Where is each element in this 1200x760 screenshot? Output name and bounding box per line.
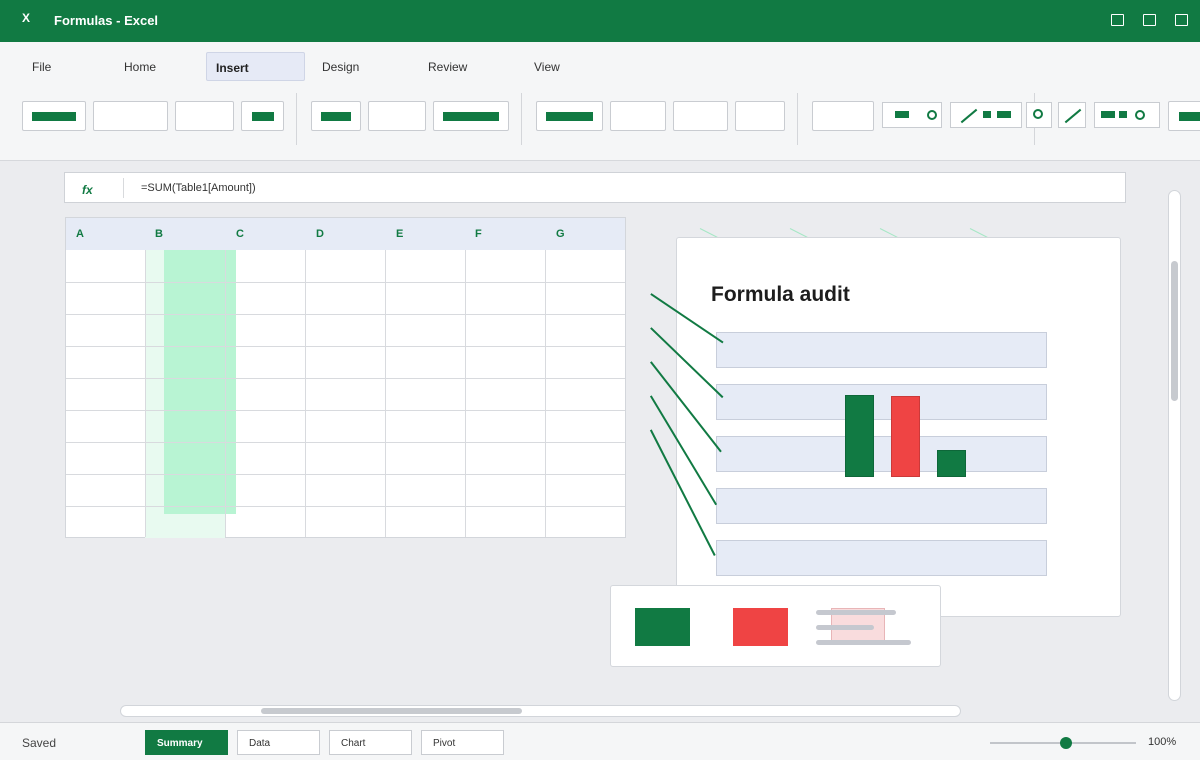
vertical-scroll-thumb[interactable] (1171, 261, 1178, 401)
audit-row[interactable] (716, 436, 1047, 472)
column-divider (225, 250, 226, 537)
ribbon-button[interactable] (673, 101, 728, 131)
row-divider (66, 410, 625, 411)
close-button[interactable] (1175, 14, 1188, 26)
formula-bar[interactable]: fx =SUM(Table1[Amount]) (64, 172, 1126, 203)
row-divider (66, 506, 625, 507)
circle-icon (1135, 110, 1145, 120)
audit-bar-small (937, 450, 966, 477)
audit-bar-green (845, 395, 874, 477)
legend-line (816, 625, 874, 630)
shape-line-button[interactable] (1058, 102, 1086, 128)
row-divider (66, 282, 625, 283)
sheet-tab-chart[interactable]: Chart (329, 730, 412, 755)
ribbon-button[interactable] (610, 101, 666, 131)
excel-app-icon: X (22, 11, 31, 25)
circle-icon (1033, 109, 1043, 119)
ribbon-separator (296, 93, 297, 145)
horizontal-scrollbar[interactable] (120, 705, 961, 717)
ribbon-separator (521, 93, 522, 145)
audit-row[interactable] (716, 384, 1047, 420)
circle-icon (927, 110, 937, 120)
sheet-tab-pivot[interactable]: Pivot (421, 730, 504, 755)
save-status: Saved (22, 736, 57, 750)
horizontal-scroll-thumb[interactable] (261, 708, 522, 714)
formula-input[interactable]: =SUM(Table1[Amount]) (141, 182, 256, 194)
ribbon-button[interactable] (368, 101, 426, 131)
row-divider (66, 442, 625, 443)
column-header-b[interactable]: B (155, 228, 163, 240)
ribbon-button[interactable] (175, 101, 234, 131)
column-header-f[interactable]: F (475, 228, 482, 240)
sheet-tab-data[interactable]: Data (237, 730, 320, 755)
legend-swatch-red (733, 608, 788, 646)
ribbon-button[interactable] (22, 101, 86, 131)
minimize-button[interactable] (1111, 14, 1124, 26)
column-header-e[interactable]: E (396, 228, 403, 240)
ribbon-button[interactable] (311, 101, 361, 131)
tab-design[interactable]: Design (322, 52, 392, 81)
legend-swatch-green (635, 608, 690, 646)
fx-icon[interactable]: fx (82, 183, 93, 197)
ribbon-button[interactable] (536, 101, 603, 131)
status-bar: Saved Summary Data Chart Pivot 100% (0, 722, 1200, 760)
window-title: Formulas - Excel (54, 13, 159, 28)
tab-home[interactable]: Home (124, 52, 194, 81)
maximize-button[interactable] (1143, 14, 1156, 26)
column-header-row: A B C D E F G (66, 218, 625, 250)
column-divider (385, 250, 386, 537)
tab-view[interactable]: View (534, 52, 594, 81)
ribbon: File Home Insert Design Review View (0, 42, 1200, 161)
title-bar: X Formulas - Excel (0, 0, 1200, 42)
column-divider (545, 250, 546, 537)
column-divider (145, 250, 146, 537)
row-divider (66, 346, 625, 347)
tab-review[interactable]: Review (428, 52, 498, 81)
ribbon-separator (797, 93, 798, 145)
column-header-a[interactable]: A (76, 228, 84, 240)
tab-insert[interactable]: Insert (206, 52, 305, 81)
row-divider (66, 378, 625, 379)
legend-line (816, 610, 896, 615)
row-divider (66, 474, 625, 475)
formula-audit-panel: Formula audit (676, 237, 1121, 617)
tab-file[interactable]: File (32, 52, 92, 81)
column-divider (305, 250, 306, 537)
ribbon-button[interactable] (812, 101, 874, 131)
line-icon (1064, 108, 1082, 124)
shape-line-button[interactable] (950, 102, 1022, 128)
audit-row[interactable] (716, 540, 1047, 576)
shape-rectangle-button[interactable] (1094, 102, 1160, 128)
audit-row[interactable] (716, 488, 1047, 524)
row-divider (66, 314, 625, 315)
zoom-level[interactable]: 100% (1148, 736, 1176, 748)
legend-line (816, 640, 911, 645)
zoom-slider-handle[interactable] (1060, 737, 1072, 749)
audit-row[interactable] (716, 332, 1047, 368)
ribbon-button[interactable] (1168, 101, 1200, 131)
column-header-g[interactable]: G (556, 228, 565, 240)
shape-circle-button[interactable] (1026, 102, 1052, 128)
column-divider (465, 250, 466, 537)
spreadsheet-grid[interactable]: A B C D E F G (65, 217, 626, 538)
sheet-tab-summary[interactable]: Summary (145, 730, 228, 755)
ribbon-button[interactable] (735, 101, 785, 131)
audit-bar-red (891, 396, 920, 477)
legend-box (610, 585, 941, 667)
column-header-d[interactable]: D (316, 228, 324, 240)
vertical-scrollbar[interactable] (1168, 190, 1181, 701)
audit-panel-title: Formula audit (711, 283, 850, 306)
ribbon-button[interactable] (433, 101, 509, 131)
ribbon-button[interactable] (241, 101, 284, 131)
shape-rectangle-button[interactable] (882, 102, 942, 128)
ribbon-button[interactable] (93, 101, 168, 131)
line-icon (960, 108, 978, 124)
column-header-c[interactable]: C (236, 228, 244, 240)
